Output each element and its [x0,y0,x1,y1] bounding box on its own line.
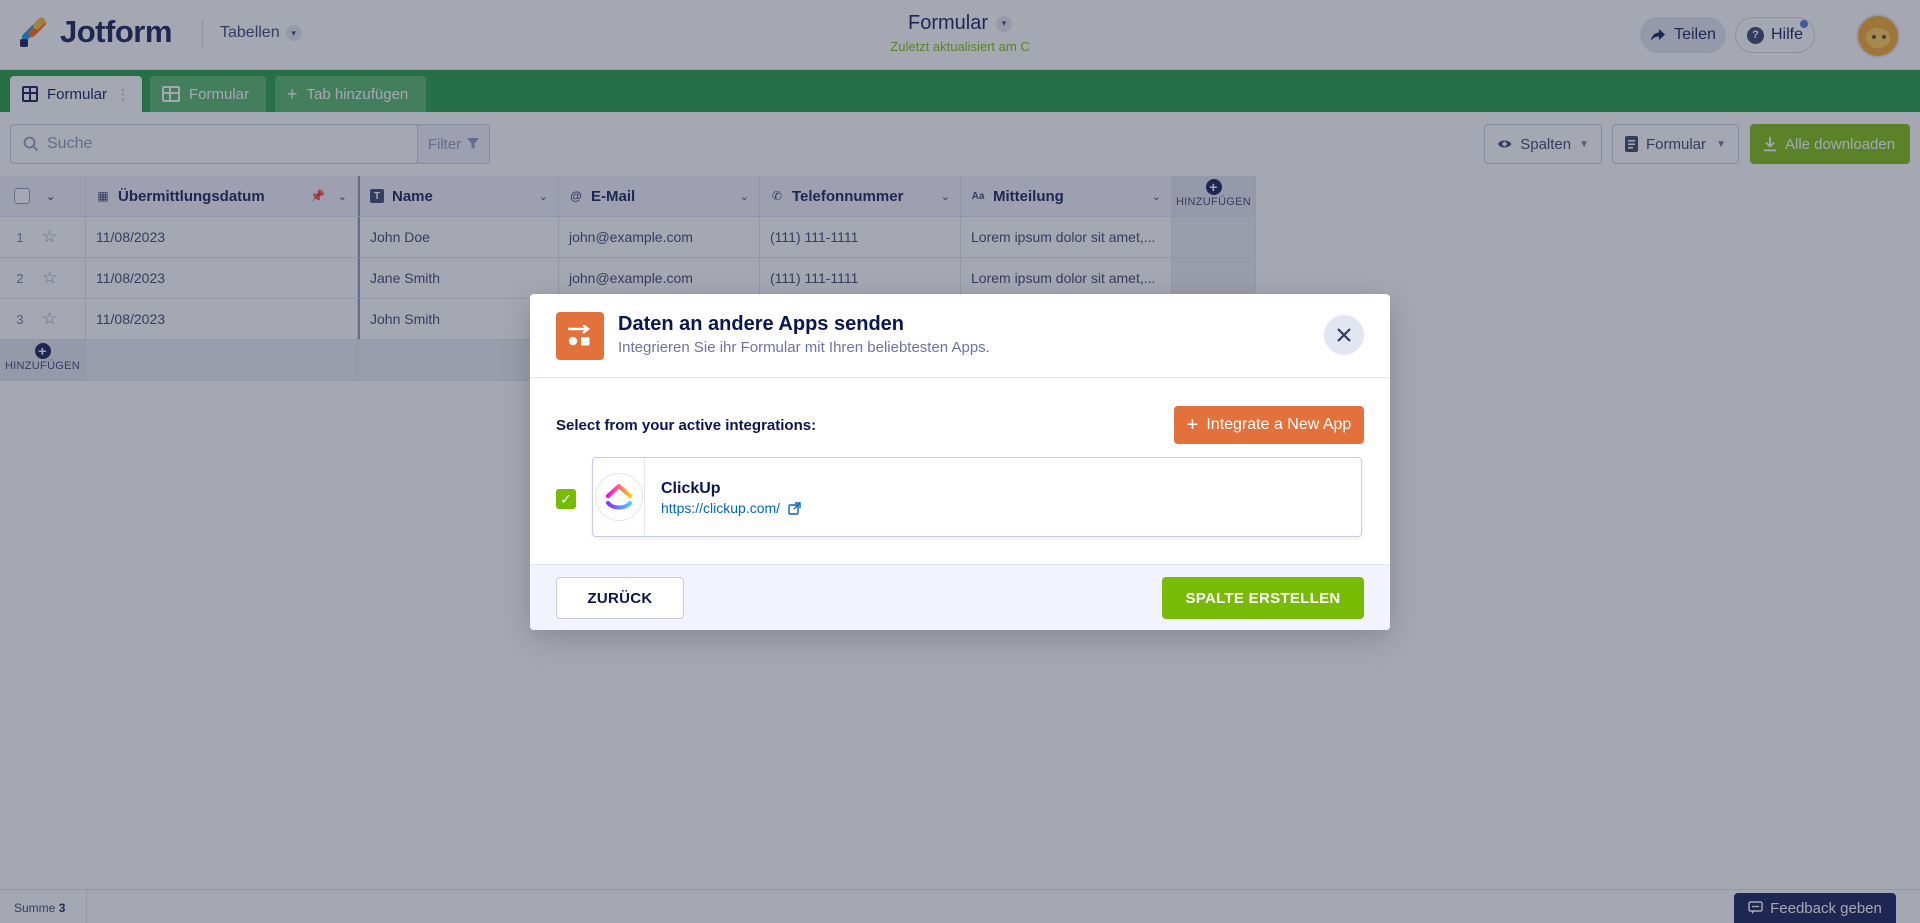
modal-subtitle: Integrieren Sie ihr Formular mit Ihren b… [618,339,990,356]
external-link-icon[interactable] [788,501,801,515]
integration-url[interactable]: https://clickup.com/ [661,500,780,516]
integrate-new-app-button[interactable]: + Integrate a New App [1174,406,1364,444]
modal-title: Daten an andere Apps senden [618,313,904,335]
integration-name: ClickUp [661,480,721,497]
active-integrations-label: Select from your active integrations: [556,417,817,434]
checkmark-icon: ✓ [560,490,572,507]
integrate-new-app-label: Integrate a New App [1206,416,1352,433]
clickup-icon [605,484,632,510]
close-button[interactable] [1324,315,1364,355]
clickup-logo [593,458,645,536]
create-column-button[interactable]: SPALTE ERSTELLEN [1162,577,1364,619]
integration-checkbox[interactable]: ✓ [556,489,576,509]
modal-footer: ZURÜCK SPALTE ERSTELLEN [530,564,1390,630]
back-button[interactable]: ZURÜCK [556,577,684,619]
integration-icon [556,312,604,360]
close-icon [1337,328,1351,342]
send-data-modal: Daten an andere Apps senden Integrieren … [530,294,1390,630]
modal-header: Daten an andere Apps senden Integrieren … [530,294,1390,378]
integration-link[interactable]: https://clickup.com/ [661,500,801,516]
plus-icon: + [1186,414,1199,436]
integration-card[interactable]: ClickUp https://clickup.com/ [592,457,1362,537]
